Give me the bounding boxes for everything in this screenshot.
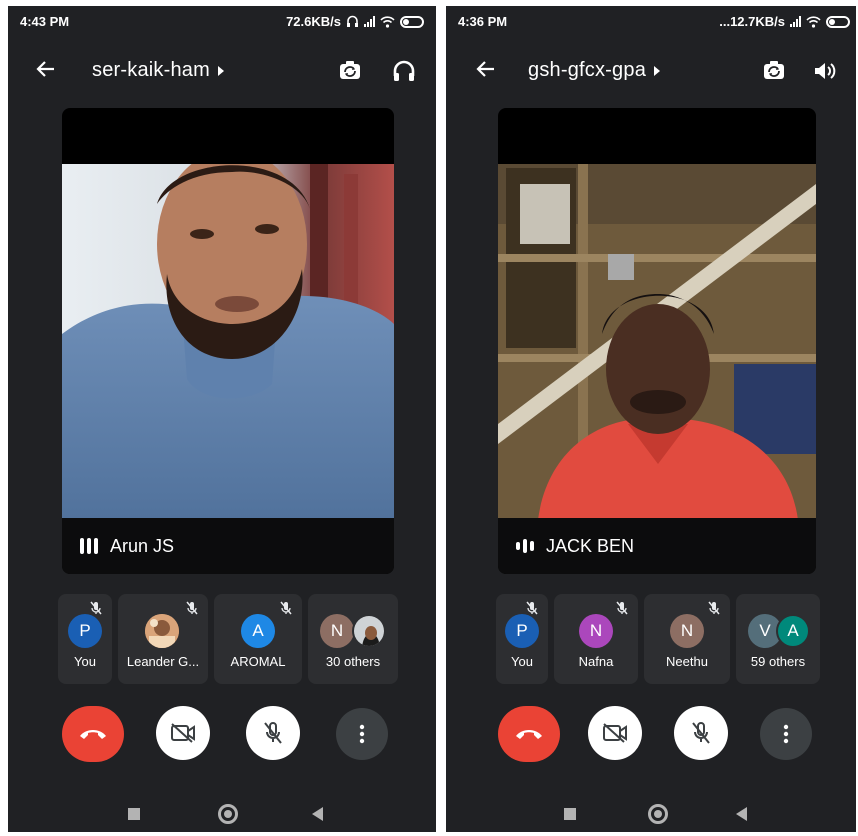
recents-icon[interactable] [128, 808, 140, 820]
speaking-indicator-icon [516, 537, 534, 555]
mic-off-icon [708, 601, 720, 615]
meeting-code: ser-kaik-ham [92, 59, 210, 81]
main-video-tile[interactable]: JACK BEN [498, 108, 816, 574]
participant-name: Nafna [578, 654, 614, 669]
headset-status-icon [347, 15, 358, 27]
speaking-indicator-icon [80, 537, 98, 555]
mic-off-icon [616, 601, 628, 615]
nav-back-icon[interactable] [312, 807, 323, 821]
participant-name: 30 others [325, 654, 381, 669]
nav-back-icon[interactable] [736, 807, 747, 821]
avatar: P [505, 614, 539, 648]
caret-right-icon [217, 65, 224, 76]
mic-off-icon [280, 601, 292, 615]
wifi-icon [806, 15, 821, 28]
avatar: N [579, 614, 613, 648]
participant-tile[interactable]: P You [58, 594, 112, 684]
network-speed: 72.6KB/s [286, 14, 341, 29]
participant-name: 59 others [750, 654, 806, 669]
hang-up-icon [516, 730, 542, 739]
switch-camera-icon[interactable] [760, 57, 788, 85]
signal-icon [364, 16, 375, 27]
more-vert-icon [783, 724, 789, 744]
participant-tile[interactable]: P You [496, 594, 548, 684]
participant-strip: P You N Nafna N Neethu V A 59 others [496, 594, 820, 684]
mic-off-icon [90, 601, 102, 615]
end-call-button[interactable] [62, 706, 124, 762]
avatar-photo [352, 614, 386, 648]
participant-tile[interactable]: N Nafna [554, 594, 638, 684]
mic-off-icon [264, 722, 282, 744]
more-options-button[interactable] [336, 708, 388, 760]
participant-tile[interactable]: A AROMAL [214, 594, 302, 684]
status-bar: 4:43 PM 72.6KB/s [8, 6, 436, 36]
video-off-icon [171, 723, 195, 743]
participant-name: You [511, 654, 533, 669]
caret-right-icon [654, 65, 661, 76]
main-video-tile[interactable]: Arun JS [62, 108, 394, 574]
recents-icon[interactable] [564, 808, 576, 820]
speaker-name-bar: JACK BEN [498, 518, 816, 574]
wifi-icon [380, 15, 395, 28]
call-controls [446, 706, 856, 762]
avatar-photo [145, 614, 179, 648]
end-call-button[interactable] [498, 706, 560, 762]
call-screen-right: 4:36 PM ...12.7KB/s gsh-gfcx-gpa JACK BE… [446, 6, 856, 832]
microphone-off-button[interactable] [246, 706, 300, 760]
participant-tile[interactable]: N Neethu [644, 594, 730, 684]
participant-name: Neethu [666, 654, 708, 669]
video-off-icon [603, 723, 627, 743]
more-vert-icon [359, 724, 365, 744]
speaker-name-bar: Arun JS [62, 518, 394, 574]
participant-name: Leander G... [126, 654, 200, 669]
home-icon[interactable] [218, 804, 238, 824]
hang-up-icon [80, 730, 106, 739]
avatar: A [241, 614, 275, 648]
headphones-icon[interactable] [390, 57, 418, 85]
speaker-icon[interactable] [810, 57, 838, 85]
signal-icon [790, 16, 801, 27]
participant-name: AROMAL [230, 654, 286, 669]
call-screen-left: 4:43 PM 72.6KB/s ser-kaik-ham Arun JS P … [8, 6, 436, 832]
avatar: N [320, 614, 354, 648]
avatar: P [68, 614, 102, 648]
more-options-button[interactable] [760, 708, 812, 760]
status-bar: 4:36 PM ...12.7KB/s [446, 6, 856, 36]
video-feed-jack [498, 164, 816, 520]
microphone-off-button[interactable] [674, 706, 728, 760]
video-feed-arun [62, 164, 394, 520]
back-arrow-icon[interactable] [474, 57, 502, 85]
status-time: 4:43 PM [20, 14, 70, 29]
battery-icon [826, 15, 850, 28]
call-header: gsh-gfcx-gpa [446, 51, 856, 91]
call-controls [8, 706, 436, 762]
participant-name: You [74, 654, 96, 669]
camera-off-button[interactable] [156, 706, 210, 760]
participant-tile[interactable]: Leander G... [118, 594, 208, 684]
battery-icon [400, 15, 424, 28]
avatar: N [670, 614, 704, 648]
back-arrow-icon[interactable] [34, 57, 62, 85]
avatar: A [776, 614, 810, 648]
meeting-code-button[interactable]: gsh-gfcx-gpa [528, 59, 661, 82]
camera-off-button[interactable] [588, 706, 642, 760]
participant-strip: P You Leander G... A AROMAL N 30 others [58, 594, 398, 684]
participant-tile-others[interactable]: V A 59 others [736, 594, 820, 684]
call-header: ser-kaik-ham [8, 51, 436, 91]
system-nav-bar [446, 800, 856, 828]
speaker-name: Arun JS [110, 535, 175, 556]
home-icon[interactable] [648, 804, 668, 824]
switch-camera-icon[interactable] [336, 57, 364, 85]
system-nav-bar [8, 800, 436, 828]
meeting-code-button[interactable]: ser-kaik-ham [92, 59, 224, 82]
speaker-name: JACK BEN [546, 535, 635, 556]
participant-tile-others[interactable]: N 30 others [308, 594, 398, 684]
status-time: 4:36 PM [458, 14, 508, 29]
mic-off-icon [186, 601, 198, 615]
network-speed: ...12.7KB/s [719, 14, 785, 29]
mic-off-icon [692, 722, 710, 744]
meeting-code: gsh-gfcx-gpa [528, 59, 647, 81]
